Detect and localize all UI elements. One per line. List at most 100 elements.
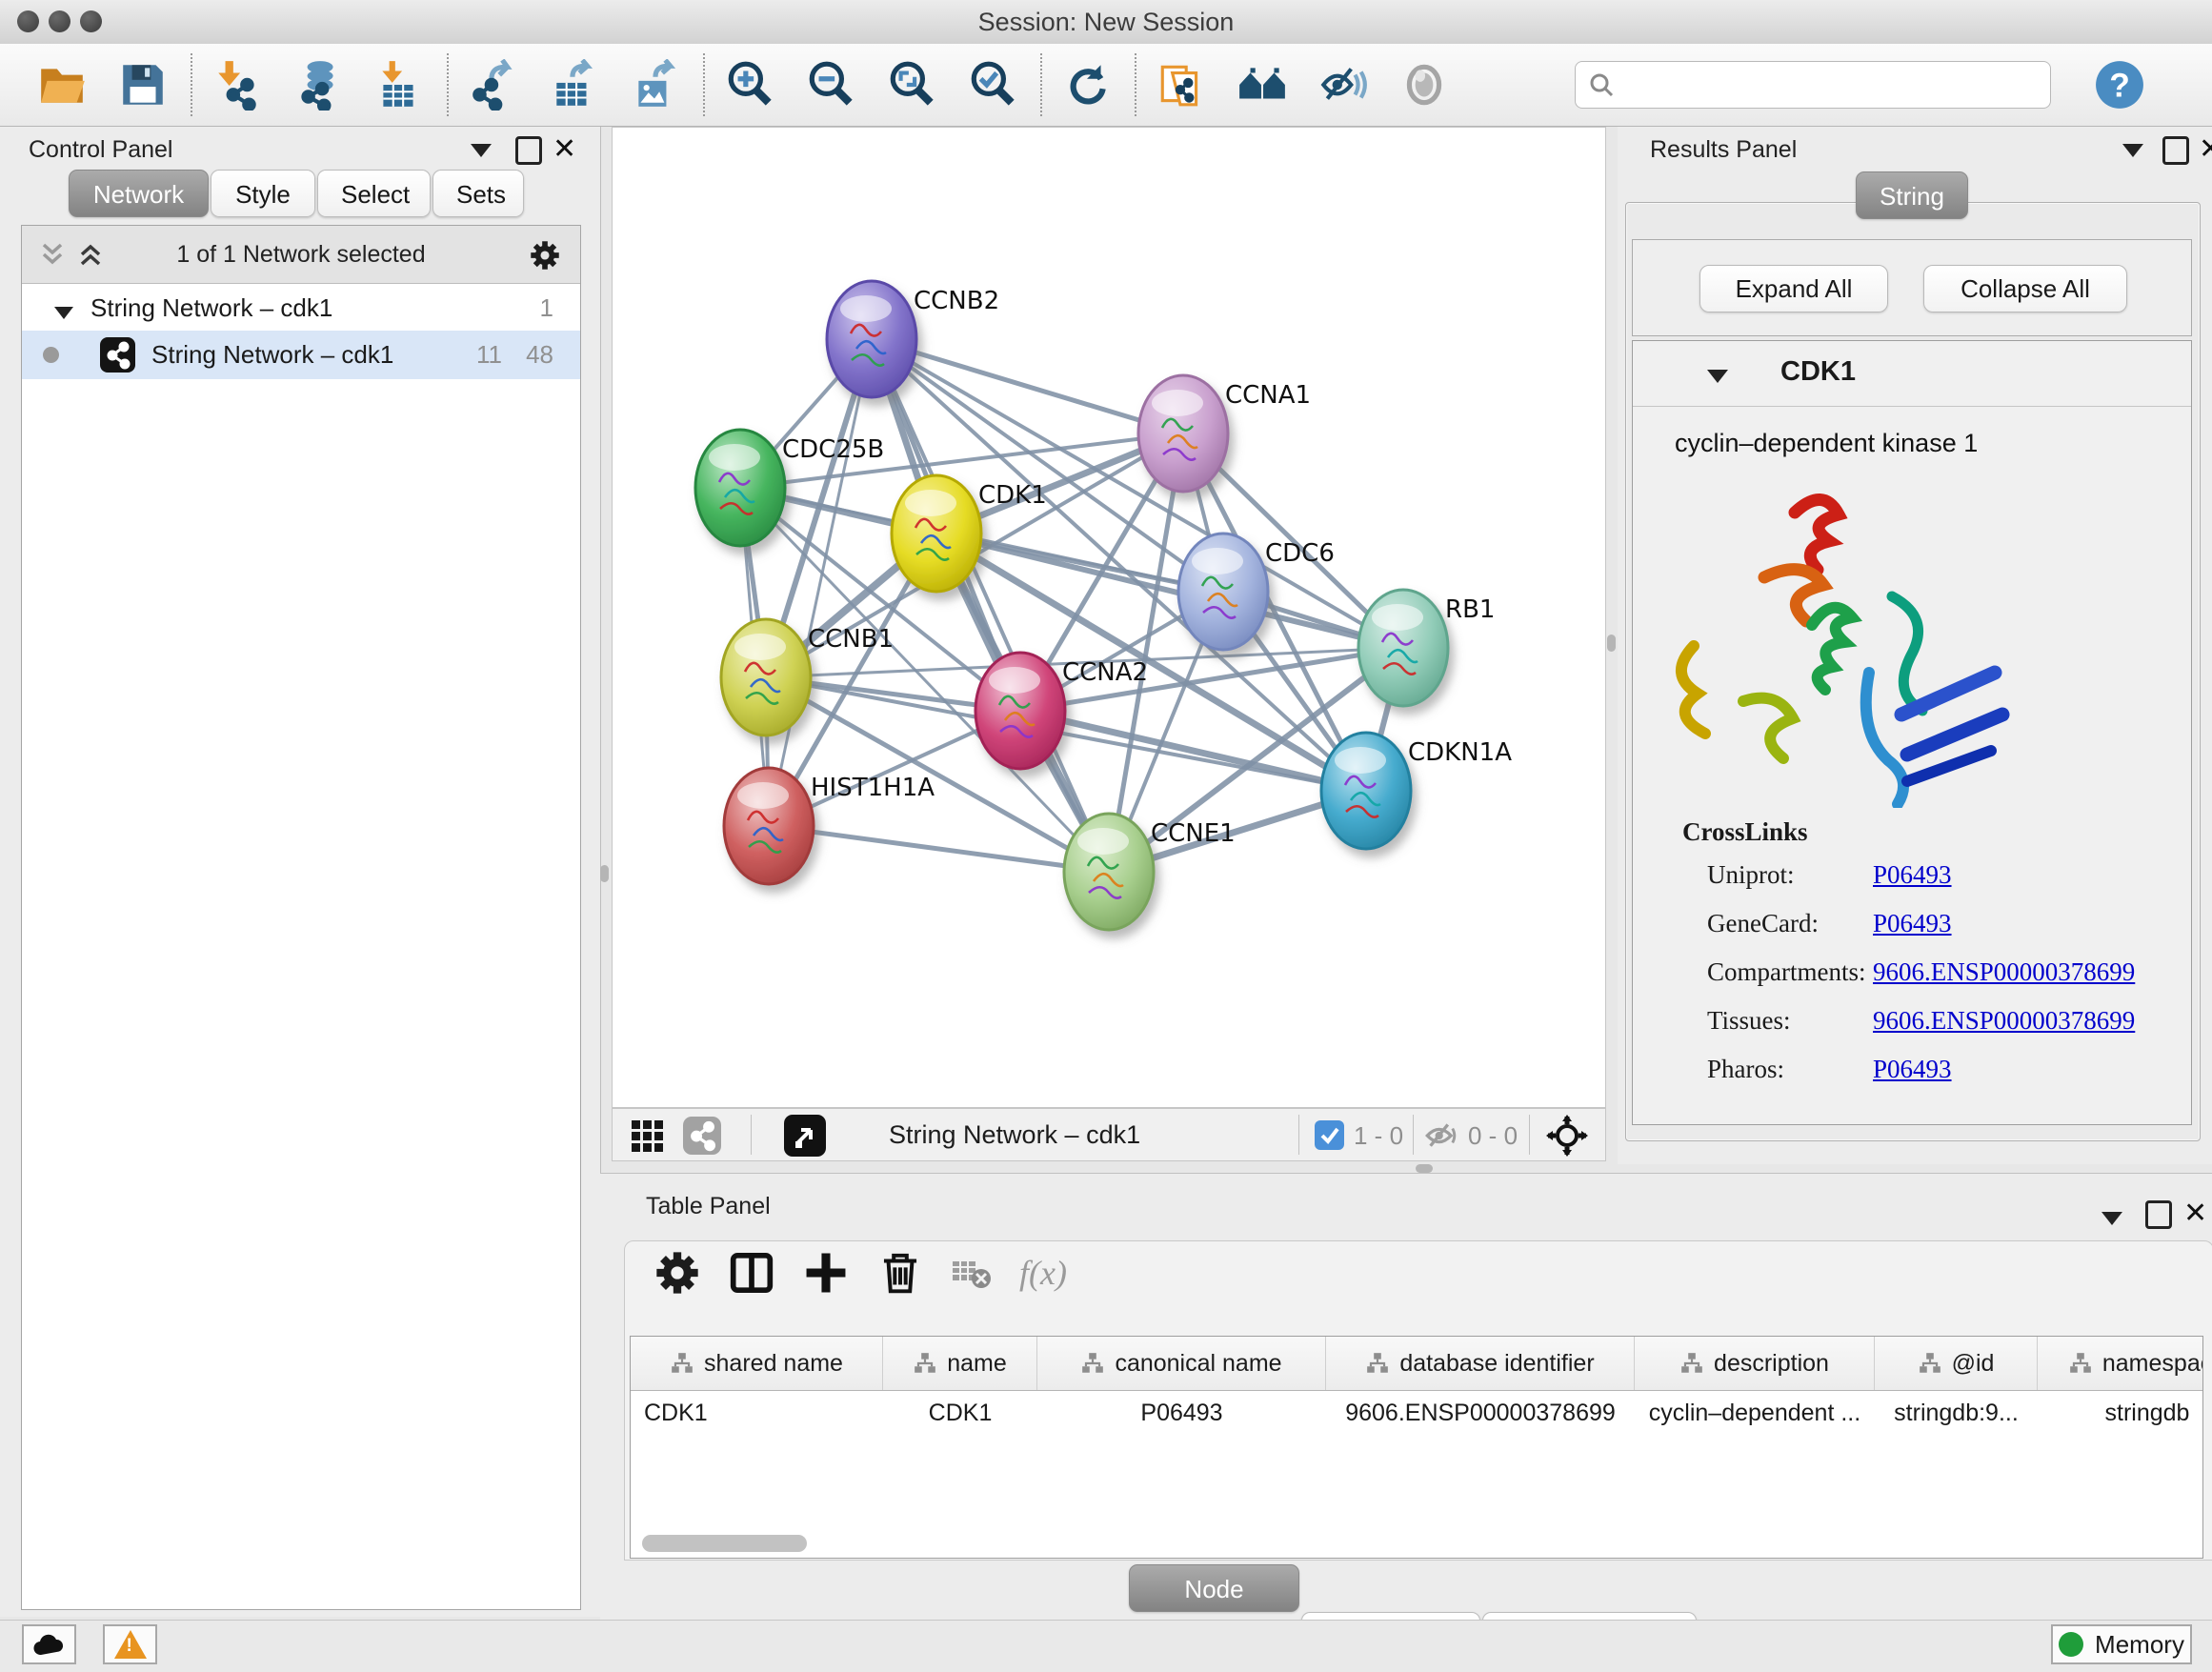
- table-panel-float-icon[interactable]: [2101, 1212, 2122, 1225]
- zoom-in-icon[interactable]: [724, 59, 775, 111]
- table-cell[interactable]: CDK1: [883, 1400, 1037, 1427]
- export-table-icon[interactable]: [549, 59, 600, 111]
- network-collection-row[interactable]: String Network – cdk1 1: [22, 284, 580, 331]
- cloud-button[interactable]: [22, 1624, 76, 1664]
- horizontal-splitter-handle[interactable]: [1416, 1164, 1433, 1173]
- edge-CCNB2-CCNA1[interactable]: [872, 339, 1183, 433]
- column-header-namespace[interactable]: namespace: [2038, 1337, 2203, 1390]
- share-network-icon[interactable]: [683, 1117, 721, 1155]
- open-in-window-icon[interactable]: [784, 1115, 826, 1157]
- edge-CCNB2-HIST1H1A[interactable]: [769, 339, 872, 826]
- collapse-all-icon[interactable]: [39, 241, 66, 268]
- help-icon[interactable]: ?: [2094, 59, 2145, 111]
- collapse-entry-icon[interactable]: [1707, 370, 1728, 383]
- network-node-CCNA2[interactable]: [975, 653, 1065, 769]
- network-row-selected[interactable]: String Network – cdk1 11 48: [22, 331, 580, 379]
- window-minimize-button[interactable]: [49, 10, 70, 32]
- network-node-CDC6[interactable]: [1178, 534, 1268, 650]
- table-cell[interactable]: stringdb: [2038, 1400, 2203, 1427]
- results-panel-undock-icon[interactable]: [2162, 136, 2189, 165]
- crosslink-link[interactable]: P06493: [1873, 909, 1952, 938]
- control-panel-float-icon[interactable]: [471, 144, 492, 157]
- tab-network[interactable]: Network: [69, 170, 209, 217]
- network-node-CCNA1[interactable]: [1138, 375, 1228, 492]
- crosslink-link[interactable]: P06493: [1873, 860, 1952, 890]
- crosslink-link[interactable]: 9606.ENSP00000378699: [1873, 1006, 2135, 1036]
- function-builder-icon[interactable]: f(x): [1019, 1253, 1067, 1293]
- table-row[interactable]: CDK1CDK1P064939606.ENSP00000378699cyclin…: [631, 1391, 2202, 1435]
- column-header-canonical-name[interactable]: canonical name: [1037, 1337, 1326, 1390]
- results-panel-float-icon[interactable]: [2122, 144, 2143, 157]
- table-gear-icon[interactable]: [654, 1249, 701, 1297]
- memory-button[interactable]: Memory: [2051, 1624, 2192, 1664]
- refresh-layout-icon[interactable]: [1061, 59, 1113, 111]
- add-column-icon[interactable]: [802, 1249, 850, 1297]
- open-session-icon[interactable]: [36, 59, 88, 111]
- table-cell[interactable]: 9606.ENSP00000378699: [1326, 1400, 1635, 1427]
- selected-checkbox[interactable]: [1315, 1120, 1344, 1150]
- table-cell[interactable]: P06493: [1037, 1400, 1326, 1427]
- crosslink-link[interactable]: P06493: [1873, 1055, 1952, 1084]
- column-header-name[interactable]: name: [883, 1337, 1037, 1390]
- table-horizontal-scrollbar[interactable]: [642, 1535, 807, 1552]
- zoom-selected-icon[interactable]: [967, 59, 1018, 111]
- window-close-button[interactable]: [17, 10, 39, 32]
- network-node-CDKN1A[interactable]: [1321, 733, 1411, 849]
- tab-node-table[interactable]: Node Table: [1129, 1564, 1299, 1612]
- export-network-icon[interactable]: [468, 59, 519, 111]
- search-input[interactable]: [1616, 70, 2029, 101]
- network-node-CCNB1[interactable]: [721, 619, 811, 735]
- delete-table-icon[interactable]: [951, 1249, 993, 1297]
- export-image-icon[interactable]: [630, 59, 681, 111]
- column-header-shared-name[interactable]: shared name: [631, 1337, 883, 1390]
- network-node-CDK1[interactable]: [892, 475, 981, 592]
- table-cell[interactable]: CDK1: [631, 1400, 883, 1427]
- gear-icon[interactable]: [529, 239, 561, 272]
- expand-all-button[interactable]: Expand All: [1699, 265, 1888, 312]
- show-columns-icon[interactable]: [728, 1249, 775, 1297]
- zoom-out-icon[interactable]: [805, 59, 856, 111]
- column-header-@id[interactable]: @id: [1875, 1337, 2038, 1390]
- tab-style[interactable]: Style: [211, 170, 315, 217]
- hide-panel-eye-icon[interactable]: [1317, 59, 1369, 111]
- crosslink-link[interactable]: 9606.ENSP00000378699: [1873, 957, 2135, 987]
- column-header-description[interactable]: description: [1635, 1337, 1875, 1390]
- network-node-RB1[interactable]: [1358, 590, 1448, 706]
- edge-CCNA2-CDKN1A[interactable]: [1020, 711, 1366, 791]
- network-snapshot-icon[interactable]: [1156, 59, 1207, 111]
- tab-select[interactable]: Select: [317, 170, 431, 217]
- zoom-fit-icon[interactable]: [886, 59, 937, 111]
- fit-crosshair-icon[interactable]: [1546, 1115, 1588, 1157]
- vertical-splitter-handle[interactable]: [600, 865, 609, 882]
- table-cell[interactable]: cyclin–dependent ...: [1635, 1400, 1875, 1427]
- results-panel-close-icon[interactable]: ✕: [2199, 136, 2212, 163]
- node-result-header[interactable]: CDK1: [1633, 341, 2191, 407]
- network-node-CCNE1[interactable]: [1064, 814, 1154, 930]
- warning-button[interactable]: [103, 1624, 157, 1664]
- control-panel-undock-icon[interactable]: [515, 136, 542, 165]
- window-zoom-button[interactable]: [80, 10, 102, 32]
- import-database-icon[interactable]: [292, 59, 344, 111]
- tab-sets[interactable]: Sets: [432, 170, 524, 217]
- birdseye-grid-icon[interactable]: [630, 1118, 666, 1155]
- preview-orb-icon[interactable]: [1398, 59, 1450, 111]
- tab-string[interactable]: String: [1856, 171, 1968, 219]
- collection-expand-icon[interactable]: [54, 307, 73, 319]
- save-session-icon[interactable]: [117, 59, 169, 111]
- expand-all-icon[interactable]: [77, 241, 104, 268]
- network-node-HIST1H1A[interactable]: [724, 768, 814, 884]
- network-node-CCNB2[interactable]: [827, 281, 916, 397]
- network-node-CDC25B[interactable]: [695, 430, 785, 546]
- home-icon[interactable]: [1237, 59, 1288, 111]
- import-network-icon[interactable]: [211, 59, 263, 111]
- vertical-splitter-handle[interactable]: [1607, 635, 1616, 652]
- delete-column-icon[interactable]: [876, 1249, 924, 1297]
- collapse-all-button[interactable]: Collapse All: [1923, 265, 2127, 312]
- table-cell[interactable]: stringdb:9...: [1875, 1400, 2038, 1427]
- import-table-icon[interactable]: [373, 59, 425, 111]
- table-panel-undock-icon[interactable]: [2145, 1200, 2172, 1229]
- search-box[interactable]: [1575, 61, 2051, 109]
- table-panel-close-icon[interactable]: ✕: [2183, 1200, 2207, 1227]
- edge-HIST1H1A-CCNE1[interactable]: [769, 826, 1109, 872]
- control-panel-close-icon[interactable]: ✕: [553, 136, 576, 163]
